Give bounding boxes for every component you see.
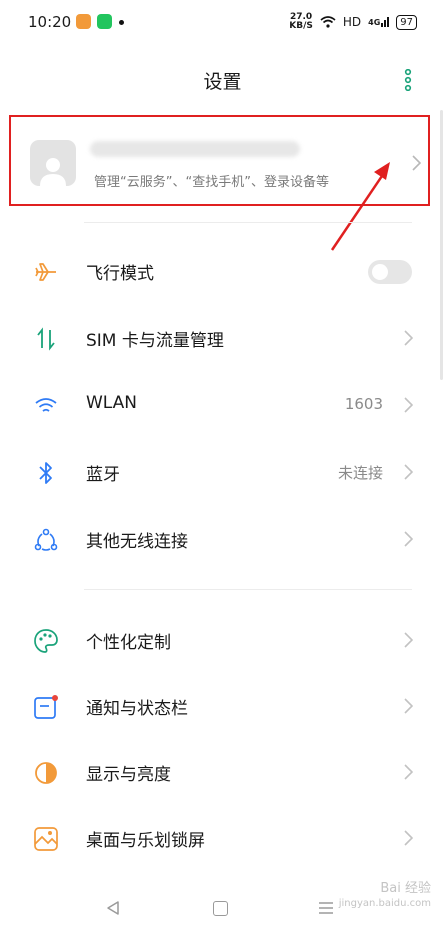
settings-item-label: SIM 卡与流量管理 — [86, 331, 224, 351]
settings-item-label: 飞行模式 — [86, 264, 154, 284]
settings-item-label: 其他无线连接 — [86, 532, 188, 552]
recent-apps-icon[interactable] — [318, 901, 334, 915]
chevron-right-icon — [404, 531, 413, 547]
settings-item-airplane-mode[interactable]: 飞行模式 — [0, 241, 445, 301]
chevron-right-icon — [404, 632, 413, 648]
settings-item-label: 通知与状态栏 — [86, 699, 188, 719]
watermark-line2: jingyan.baidu.com — [338, 898, 431, 909]
palette-icon — [33, 628, 59, 654]
chevron-right-icon — [404, 397, 413, 413]
back-icon[interactable] — [106, 900, 120, 916]
notification-icon — [33, 694, 59, 720]
brightness-icon — [33, 760, 59, 786]
chevron-right-icon — [404, 698, 413, 714]
settings-item-label: 桌面与乐划锁屏 — [86, 831, 205, 851]
battery-icon: 97 — [396, 14, 417, 30]
settings-item-notifications[interactable]: 通知与状态栏 — [0, 676, 445, 736]
settings-item-value: 未连接 — [337, 464, 383, 482]
wifi-icon — [33, 393, 59, 419]
more-vertical-icon[interactable] — [403, 69, 413, 91]
status-indicators: 27.0 KB/S HD 4G 97 — [289, 13, 417, 31]
more-notifications-dot — [119, 20, 124, 25]
app-notification-icon — [76, 14, 91, 29]
net-speed: 27.0 KB/S — [289, 13, 313, 31]
watermark: Bai 经验 jingyan.baidu.com — [339, 882, 431, 911]
settings-item-value: 1603 — [344, 395, 383, 413]
chevron-right-icon — [404, 330, 413, 346]
airplane-mode-toggle[interactable] — [368, 260, 412, 284]
wireless-connections-icon — [33, 527, 59, 553]
settings-item-label: 蓝牙 — [86, 465, 120, 485]
hd-label: HD — [342, 15, 362, 29]
chevron-right-icon — [404, 764, 413, 780]
status-bar: 10:20 27.0 KB/S HD 4G 97 — [0, 0, 445, 48]
settings-item-other-wireless[interactable]: 其他无线连接 — [0, 509, 445, 569]
settings-item-label: WLAN — [86, 393, 138, 413]
bluetooth-icon — [33, 460, 59, 486]
settings-item-wlan[interactable]: WLAN 1603 — [0, 375, 445, 435]
divider — [84, 589, 412, 590]
net-speed-unit: KB/S — [289, 21, 313, 31]
sim-data-icon — [33, 326, 59, 352]
app-notification-icon — [97, 14, 112, 29]
chevron-right-icon — [404, 464, 413, 480]
status-time: 10:20 — [28, 13, 72, 31]
signal-type-label: 4G — [368, 18, 381, 27]
settings-item-label: 显示与亮度 — [86, 765, 171, 785]
chevron-right-icon — [404, 830, 413, 846]
settings-item-personalization[interactable]: 个性化定制 — [0, 610, 445, 670]
divider — [84, 222, 412, 223]
airplane-icon — [33, 259, 59, 285]
settings-item-home-lockscreen[interactable]: 桌面与乐划锁屏 — [0, 808, 445, 868]
wifi-status-icon — [320, 16, 336, 28]
settings-item-bluetooth[interactable]: 蓝牙 未连接 — [0, 442, 445, 502]
watermark-line1: Bai 经验 — [380, 881, 431, 896]
page-title: 设置 — [203, 71, 242, 93]
settings-item-label: 个性化定制 — [86, 633, 171, 653]
settings-item-sim-data[interactable]: SIM 卡与流量管理 — [0, 308, 445, 368]
signal-icon: 4G — [368, 17, 390, 27]
home-icon[interactable] — [213, 901, 228, 916]
settings-item-display[interactable]: 显示与亮度 — [0, 742, 445, 802]
wallpaper-icon — [33, 826, 59, 852]
